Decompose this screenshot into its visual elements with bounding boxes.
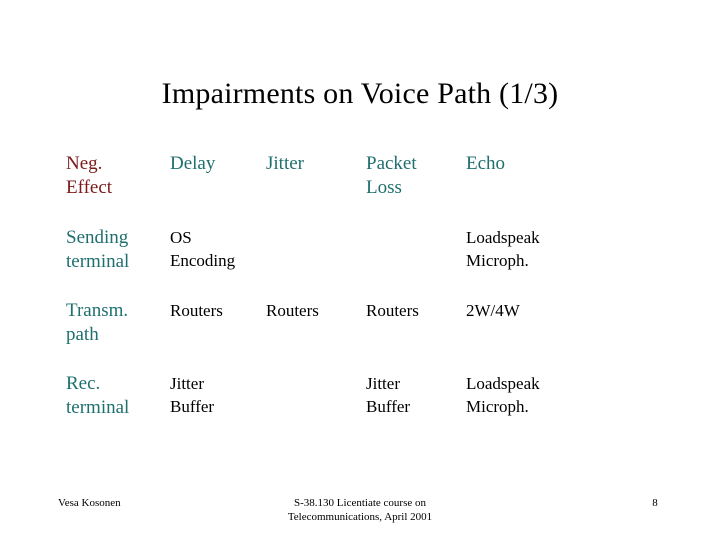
cell-sending-jitter	[266, 225, 366, 298]
cell-line1: 2W/4W	[466, 301, 520, 320]
header-packet-loss-line1: Packet	[366, 153, 417, 174]
cell-line1: OS	[170, 228, 192, 247]
cell-line1: Jitter	[366, 374, 400, 393]
cell-line2: Microph.	[466, 251, 529, 270]
impairments-table: Neg. Effect Delay Jitter Packet Loss Ech…	[66, 152, 666, 444]
cell-transm-jitter: Routers	[266, 298, 366, 371]
table-row: Rec. terminal Jitter Buffer Jitter Buffe…	[66, 371, 666, 444]
cell-line2: Microph.	[466, 397, 529, 416]
header-echo-line1: Echo	[466, 153, 506, 174]
cell-sending-delay: OS Encoding	[170, 225, 266, 298]
row-label-rec-terminal: Rec. terminal	[66, 371, 170, 444]
cell-line2: Buffer	[366, 397, 411, 416]
cell-line2: Buffer	[170, 397, 215, 416]
cell-line2: Encoding	[170, 251, 236, 270]
row-label-line1: Transm.	[66, 300, 129, 321]
cell-rec-packet-loss: Jitter Buffer	[366, 371, 466, 444]
row-label-sending-terminal: Sending terminal	[66, 225, 170, 298]
header-cell-echo: Echo	[466, 152, 666, 225]
row-label-line2: path	[66, 324, 99, 345]
slide-canvas: Impairments on Voice Path (1/3) Neg. Eff…	[0, 0, 720, 540]
cell-line1: Routers	[266, 301, 319, 320]
row-label-line1: Rec.	[66, 373, 101, 394]
cell-rec-jitter	[266, 371, 366, 444]
header-jitter-line1: Jitter	[266, 153, 304, 174]
cell-sending-packet-loss	[366, 225, 466, 298]
cell-line1: Routers	[170, 301, 223, 320]
slide-footer: Vesa Kosonen S-38.130 Licentiate course …	[0, 493, 720, 527]
table-row: Sending terminal OS Encoding Loadspeak M…	[66, 225, 666, 298]
footer-course-line2: Telecommunications, April 2001	[287, 511, 433, 523]
cell-rec-echo: Loadspeak Microph.	[466, 371, 666, 444]
page-title: Impairments on Voice Path (1/3)	[161, 77, 559, 110]
cell-transm-delay: Routers	[170, 298, 266, 371]
cell-line1: Loadspeak	[466, 228, 540, 247]
footer-course-info: S-38.130 Licentiate course on Telecommun…	[0, 496, 720, 524]
cell-sending-echo: Loadspeak Microph.	[466, 225, 666, 298]
header-cell-neg-effect: Neg. Effect	[66, 152, 170, 225]
row-label-transm-path: Transm. path	[66, 298, 170, 371]
header-neg-effect-line2: Effect	[66, 177, 113, 198]
cell-rec-delay: Jitter Buffer	[170, 371, 266, 444]
row-label-line1: Sending	[66, 227, 129, 248]
header-neg-effect-line1: Neg.	[66, 153, 103, 174]
row-label-line2: terminal	[66, 397, 130, 418]
cell-line1: Jitter	[170, 374, 204, 393]
row-label-line2: terminal	[66, 251, 130, 272]
header-cell-jitter: Jitter	[266, 152, 366, 225]
table-row: Transm. path Routers Routers Routers 2W/…	[66, 298, 666, 371]
header-packet-loss-line2: Loss	[366, 177, 402, 198]
table-header-row: Neg. Effect Delay Jitter Packet Loss Ech…	[66, 152, 666, 225]
footer-course-line1: S-38.130 Licentiate course on	[294, 497, 426, 509]
header-cell-packet-loss: Packet Loss	[366, 152, 466, 225]
cell-transm-packet-loss: Routers	[366, 298, 466, 371]
cell-line1: Routers	[366, 301, 419, 320]
header-cell-delay: Delay	[170, 152, 266, 225]
header-delay-line1: Delay	[170, 153, 216, 174]
cell-line1: Loadspeak	[466, 374, 540, 393]
footer-page-number: 8	[652, 497, 658, 509]
cell-transm-echo: 2W/4W	[466, 298, 666, 371]
